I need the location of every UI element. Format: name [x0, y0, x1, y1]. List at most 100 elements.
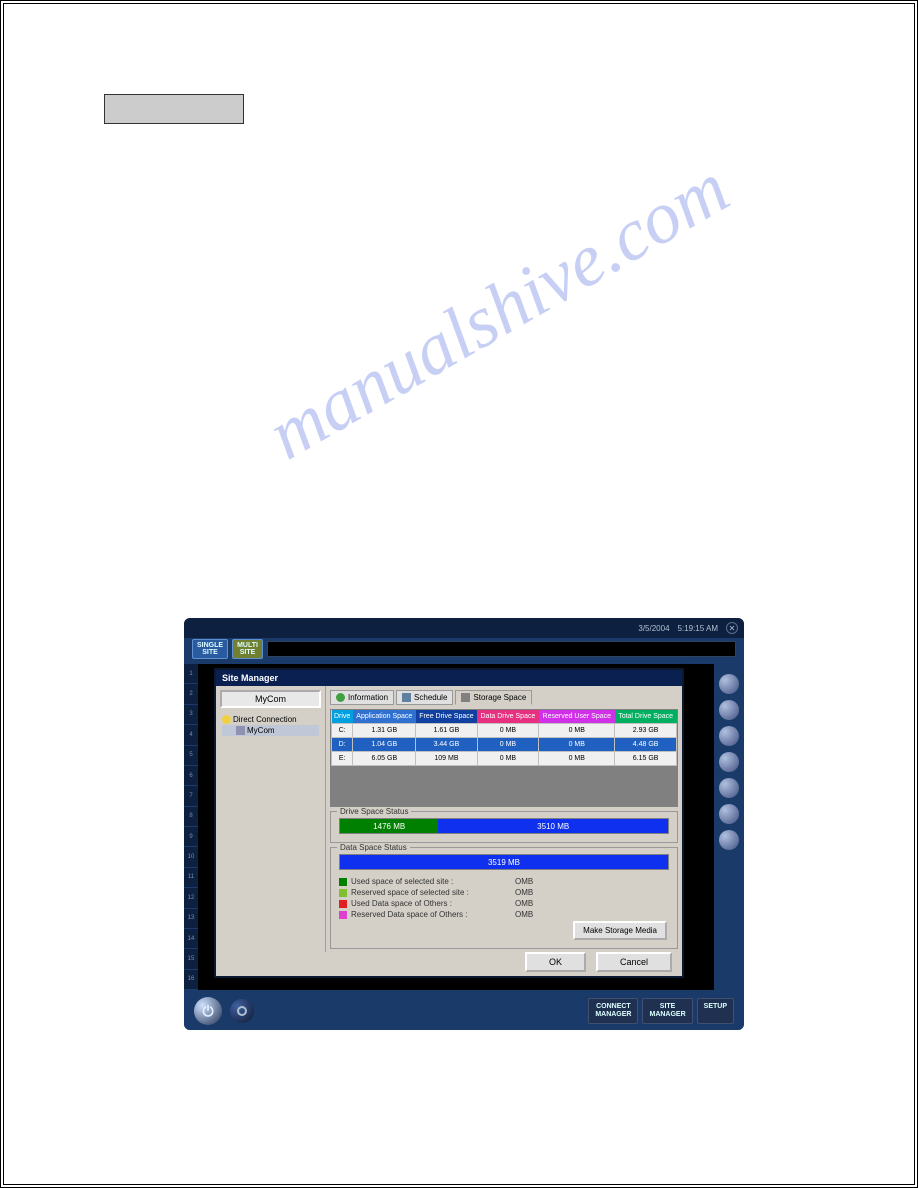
legend-row: Used Data space of Others :OMB	[339, 898, 669, 909]
channel-number[interactable]: 1	[184, 664, 198, 684]
channel-number[interactable]: 8	[184, 807, 198, 827]
legend-value: OMB	[515, 888, 533, 897]
table-cell: 109 MB	[416, 752, 477, 766]
header-black-panel	[267, 641, 736, 657]
connect-manager-button[interactable]: CONNECT MANAGER	[588, 998, 638, 1024]
data-legend-rows: Used space of selected site :OMBReserved…	[339, 876, 669, 920]
storage-table: DriveApplication SpaceFree Drive SpaceDa…	[330, 709, 678, 807]
channel-number[interactable]: 11	[184, 868, 198, 888]
channel-number[interactable]: 7	[184, 786, 198, 806]
channel-number[interactable]: 3	[184, 705, 198, 725]
nav-circle-icon[interactable]	[719, 726, 739, 746]
tab-storage-space[interactable]: Storage Space	[455, 690, 532, 705]
cancel-button[interactable]: Cancel	[596, 952, 672, 972]
nav-circle-icon[interactable]	[719, 804, 739, 824]
nav-circle-icon[interactable]	[719, 752, 739, 772]
channel-number[interactable]: 10	[184, 847, 198, 867]
power-button[interactable]: ⏻	[194, 997, 222, 1025]
table-cell: 3.44 GB	[416, 738, 477, 752]
table-header-cell: Application Space	[353, 710, 416, 724]
make-storage-media-button[interactable]: Make Storage Media	[573, 921, 667, 940]
site-combobox[interactable]: MyCom	[220, 690, 321, 708]
application-window: 3/5/2004 5:19:15 AM ✕ SINGLE SITE MULTI …	[184, 618, 744, 1030]
legend-value: OMB	[515, 910, 533, 919]
record-button[interactable]	[230, 999, 254, 1023]
calendar-icon	[402, 693, 411, 702]
titlebar-date: 3/5/2004	[638, 624, 669, 633]
channel-number[interactable]: 15	[184, 949, 198, 969]
channel-number[interactable]: 12	[184, 888, 198, 908]
legend-value: OMB	[515, 899, 533, 908]
nav-circle-icon[interactable]	[719, 700, 739, 720]
tab-schedule[interactable]: Schedule	[396, 690, 453, 705]
table-cell: 0 MB	[539, 738, 615, 752]
bottom-bar: ⏻ CONNECT MANAGER SITE MANAGER SETUP	[184, 992, 744, 1030]
dialog-footer: OK Cancel	[525, 952, 672, 972]
channel-number[interactable]: 6	[184, 766, 198, 786]
legend-label: Used space of selected site :	[351, 877, 511, 886]
setup-button[interactable]: SETUP	[697, 998, 734, 1024]
table-cell: D:	[332, 738, 353, 752]
video-body: Site Manager MyCom Direct Connection	[198, 664, 714, 990]
nav-circle-icon[interactable]	[719, 674, 739, 694]
table-row[interactable]: D:1.04 GB3.44 GB0 MB0 MB4.48 GB	[332, 738, 677, 752]
table-header-cell: Total Drive Space	[615, 710, 677, 724]
dialog-right-panel: Information Schedule Storage Space	[326, 686, 682, 952]
site-manager-dialog: Site Manager MyCom Direct Connection	[214, 668, 684, 978]
table-cell: 1.31 GB	[353, 724, 416, 738]
table-header-cell: Data Drive Space	[477, 710, 539, 724]
dialog-title: Site Manager	[216, 670, 682, 686]
table-cell: 0 MB	[539, 724, 615, 738]
single-site-button[interactable]: SINGLE SITE	[192, 639, 228, 659]
site-tree[interactable]: Direct Connection MyCom	[220, 712, 321, 738]
table-empty-area	[331, 766, 677, 806]
tree-child-item[interactable]: MyCom	[222, 725, 319, 736]
table-row[interactable]: E:6.05 GB109 MB0 MB0 MB6.15 GB	[332, 752, 677, 766]
legend-color-icon	[339, 889, 347, 897]
channel-number[interactable]: 14	[184, 929, 198, 949]
tree-root-item[interactable]: Direct Connection	[222, 714, 319, 725]
drive-free-segment: 3510 MB	[438, 819, 668, 833]
multi-site-button[interactable]: MULTI SITE	[232, 639, 263, 659]
data-space-status: Data Space Status 3519 MB Used space of …	[330, 847, 678, 949]
watermark-text: manualshive.com	[254, 146, 743, 478]
tab-label: Storage Space	[473, 693, 526, 702]
mode-row: SINGLE SITE MULTI SITE	[184, 638, 744, 660]
window-titlebar: 3/5/2004 5:19:15 AM ✕	[184, 618, 744, 638]
channel-number[interactable]: 13	[184, 909, 198, 929]
close-icon[interactable]: ✕	[726, 622, 738, 634]
legend-row: Reserved Data space of Others :OMB	[339, 909, 669, 920]
channel-rail: 12345678910111213141516	[184, 664, 198, 990]
table-cell: 0 MB	[539, 752, 615, 766]
data-status-bar: 3519 MB	[339, 854, 669, 870]
channel-number[interactable]: 5	[184, 746, 198, 766]
drive-icon	[461, 693, 470, 702]
gray-label-box	[104, 94, 244, 124]
table-cell: 2.93 GB	[615, 724, 677, 738]
table-cell: 1.04 GB	[353, 738, 416, 752]
channel-number[interactable]: 16	[184, 970, 198, 990]
legend-color-icon	[339, 911, 347, 919]
tab-bar: Information Schedule Storage Space	[330, 690, 678, 705]
channel-number[interactable]: 9	[184, 827, 198, 847]
nav-circle-icon[interactable]	[719, 778, 739, 798]
drive-status-legend: Drive Space Status	[337, 807, 411, 816]
ok-button[interactable]: OK	[525, 952, 586, 972]
legend-value: OMB	[515, 877, 533, 886]
legend-row: Used space of selected site : OMB	[339, 876, 669, 887]
nav-circle-icon[interactable]	[719, 830, 739, 850]
table-row[interactable]: C:1.31 GB1.61 GB0 MB0 MB2.93 GB	[332, 724, 677, 738]
channel-number[interactable]: 2	[184, 684, 198, 704]
legend-color-icon	[339, 900, 347, 908]
page: manualshive.com 3/5/2004 5:19:15 AM ✕ SI…	[0, 0, 918, 1188]
data-status-legend: Data Space Status	[337, 843, 410, 852]
table-cell: E:	[332, 752, 353, 766]
drive-status-bar: 1476 MB 3510 MB	[339, 818, 669, 834]
tree-child-label: MyCom	[247, 726, 275, 735]
right-nav-circles	[714, 664, 744, 990]
channel-number[interactable]: 4	[184, 725, 198, 745]
tab-information[interactable]: Information	[330, 690, 394, 705]
smiley-icon	[222, 715, 231, 724]
site-manager-button[interactable]: SITE MANAGER	[642, 998, 692, 1024]
table-cell: 0 MB	[477, 752, 539, 766]
